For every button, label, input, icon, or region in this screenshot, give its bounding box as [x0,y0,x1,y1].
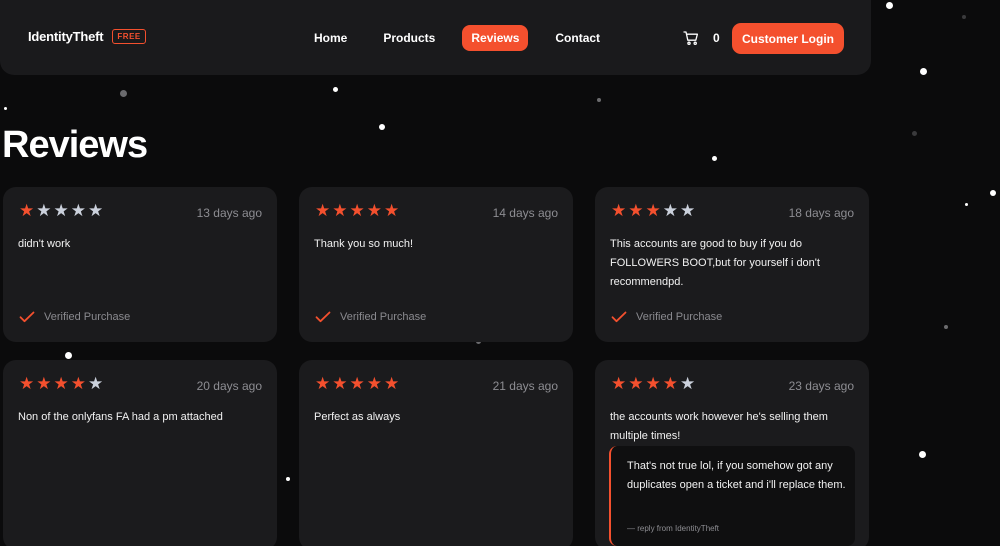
review-date: 14 days ago [492,206,558,220]
checkmark-icon [315,311,331,323]
star-empty-icon: ★ [53,201,69,220]
star-empty-icon: ★ [680,374,696,393]
star-rating: ★ ★ ★ ★ ★ [315,202,399,219]
verified-purchase: Verified Purchase [611,311,722,323]
star-filled-icon: ★ [611,374,627,393]
nav-link-reviews[interactable]: Reviews [462,25,529,51]
review-text: Perfect as always [314,411,401,423]
star-filled-icon: ★ [645,374,661,393]
review-date: 23 days ago [788,379,854,393]
star-rating: ★ ★ ★ ★ ★ [611,375,695,392]
star-filled-icon: ★ [19,374,35,393]
reply-author: — reply from IdentityTheft [627,524,720,533]
customer-login-button[interactable]: Customer Login [732,23,844,54]
star-filled-icon: ★ [332,201,348,220]
star-filled-icon: ★ [384,201,400,220]
reply-text: That's not true lol, if you somehow got … [627,460,846,491]
navbar: IdentityTheft FREE Home Products Reviews… [0,0,871,75]
review-date: 21 days ago [492,379,558,393]
verified-purchase: Verified Purchase [315,311,426,323]
cart-icon [683,31,699,46]
star-filled-icon: ★ [628,201,644,220]
verified-label: Verified Purchase [636,311,723,323]
checkmark-icon [611,311,627,323]
star-filled-icon: ★ [332,374,348,393]
review-card: ★ ★ ★ ★ ★ 14 days ago Thank you so much! Ver… [299,187,573,342]
star-empty-icon: ★ [680,201,696,220]
star-filled-icon: ★ [349,201,365,220]
star-empty-icon: ★ [36,201,52,220]
review-card: ★ ★ ★ ★ ★ 18 days ago This accounts are good… [595,187,869,342]
star-filled-icon: ★ [611,201,627,220]
star-rating: ★ ★ ★ ★ ★ [19,202,103,219]
star-filled-icon: ★ [53,374,69,393]
review-card: ★ ★ ★ ★ ★ 23 days ago the accounts work howe… [595,360,869,546]
review-card: ★ ★ ★ ★ ★ 20 days ago Non of the onlyfans FA… [3,360,277,546]
star-rating: ★ ★ ★ ★ ★ [315,375,399,392]
cart-button[interactable]: 0 [683,30,720,46]
star-empty-icon: ★ [662,201,678,220]
verified-label: Verified Purchase [340,311,427,323]
brand-name: IdentityTheft [28,29,104,44]
star-empty-icon: ★ [88,374,104,393]
star-empty-icon: ★ [88,201,104,220]
checkmark-icon [19,311,35,323]
star-filled-icon: ★ [70,374,86,393]
review-text: Non of the onlyfans FA had a pm attached [18,411,223,423]
star-filled-icon: ★ [349,374,365,393]
verified-purchase: Verified Purchase [19,311,130,323]
star-filled-icon: ★ [36,374,52,393]
nav-link-contact[interactable]: Contact [546,25,609,51]
star-filled-icon: ★ [645,201,661,220]
nav-link-home[interactable]: Home [305,25,356,51]
page-title: Reviews [2,124,148,166]
seller-reply: That's not true lol, if you somehow got … [609,446,855,546]
star-rating: ★ ★ ★ ★ ★ [19,375,103,392]
free-badge: FREE [112,29,146,44]
star-filled-icon: ★ [384,374,400,393]
verified-label: Verified Purchase [44,311,131,323]
star-filled-icon: ★ [366,201,382,220]
review-date: 20 days ago [196,379,262,393]
star-filled-icon: ★ [628,374,644,393]
review-date: 18 days ago [788,206,854,220]
review-card: ★ ★ ★ ★ ★ 13 days ago didn't work Verified P… [3,187,277,342]
brand[interactable]: IdentityTheft FREE [28,29,146,44]
star-filled-icon: ★ [315,201,331,220]
cart-count: 0 [713,31,720,45]
star-empty-icon: ★ [70,201,86,220]
review-card: ★ ★ ★ ★ ★ 21 days ago Perfect as always [299,360,573,546]
nav-links: Home Products Reviews Contact [305,25,609,51]
review-text: This accounts are good to buy if you do … [610,238,820,288]
star-filled-icon: ★ [315,374,331,393]
review-text: Thank you so much! [314,238,414,250]
review-text: the accounts work however he's selling t… [610,411,828,442]
star-rating: ★ ★ ★ ★ ★ [611,202,695,219]
review-text: didn't work [18,238,71,250]
nav-link-products[interactable]: Products [374,25,444,51]
star-filled-icon: ★ [366,374,382,393]
star-filled-icon: ★ [19,201,35,220]
review-date: 13 days ago [196,206,262,220]
star-filled-icon: ★ [662,374,678,393]
